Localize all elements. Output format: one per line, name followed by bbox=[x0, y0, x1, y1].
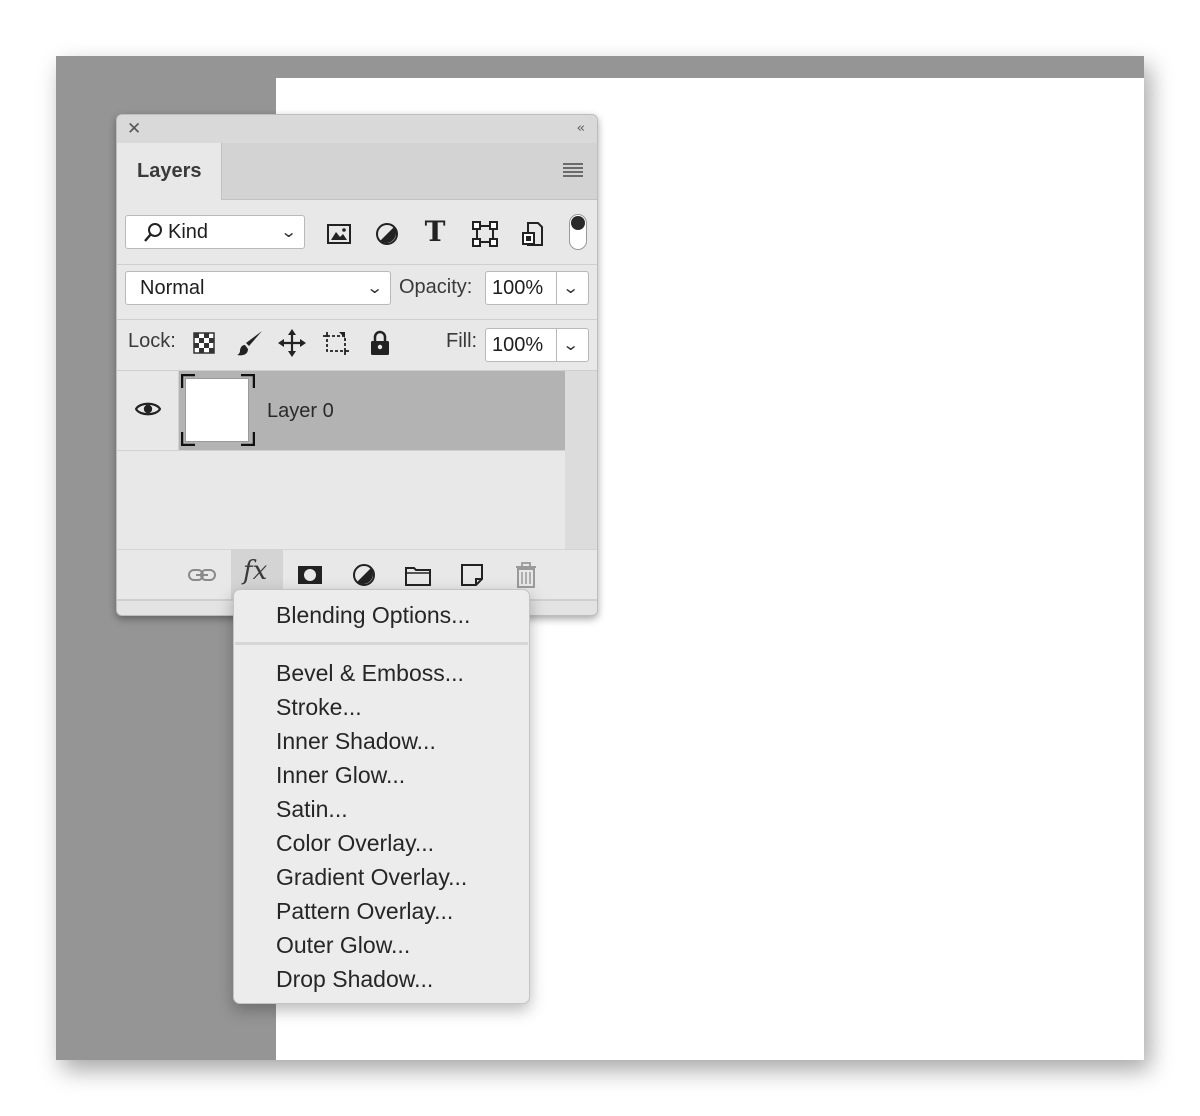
blend-row: Normal ⌄ Opacity: 100% ⌄ bbox=[117, 265, 597, 320]
mask-icon[interactable] bbox=[295, 560, 325, 590]
tab-layers[interactable]: Layers bbox=[117, 143, 222, 200]
menu-item-color-overlay[interactable]: Color Overlay... bbox=[276, 830, 434, 857]
blend-mode-label: Normal bbox=[140, 277, 205, 299]
panel-tab-row: Layers bbox=[117, 143, 597, 200]
fill-input[interactable]: 100% bbox=[485, 328, 557, 362]
move-icon[interactable] bbox=[277, 328, 307, 358]
menu-item-pattern-overlay[interactable]: Pattern Overlay... bbox=[276, 898, 453, 925]
layers-list: Layer 0 bbox=[117, 371, 597, 549]
menu-item-outer-glow[interactable]: Outer Glow... bbox=[276, 932, 410, 959]
new-layer-icon[interactable] bbox=[457, 560, 487, 590]
layers-panel: ✕ ‹‹ Layers Kind ⌄ T Normal ⌄ Opacity: 1… bbox=[116, 114, 598, 616]
chevron-down-icon: ⌄ bbox=[561, 278, 580, 297]
lock-row: Lock: Fill: 100% ⌄ bbox=[117, 320, 597, 371]
opacity-dropdown-button[interactable]: ⌄ bbox=[557, 271, 589, 305]
brush-icon[interactable] bbox=[235, 328, 265, 358]
menu-item-blending-options[interactable]: Blending Options... bbox=[276, 602, 470, 629]
shape-filter-icon[interactable] bbox=[471, 220, 499, 248]
lock-transparent-pixels-icon[interactable] bbox=[189, 328, 219, 358]
menu-item-bevel-emboss[interactable]: Bevel & Emboss... bbox=[276, 660, 464, 687]
fx-icon[interactable]: fx bbox=[243, 556, 267, 586]
scrollbar[interactable] bbox=[565, 371, 597, 549]
menu-item-drop-shadow[interactable]: Drop Shadow... bbox=[276, 966, 433, 993]
thumbnail-frame bbox=[181, 374, 255, 446]
lock-label: Lock: bbox=[128, 330, 176, 352]
menu-item-inner-glow[interactable]: Inner Glow... bbox=[276, 762, 405, 789]
blend-mode-select[interactable]: Normal ⌄ bbox=[125, 271, 391, 305]
opacity-value: 100% bbox=[492, 277, 544, 299]
smart-object-filter-icon[interactable] bbox=[519, 220, 547, 248]
opacity-label: Opacity: bbox=[399, 276, 473, 298]
fill-dropdown-button[interactable]: ⌄ bbox=[557, 328, 589, 362]
chevron-down-icon: ⌄ bbox=[561, 335, 580, 354]
trash-icon[interactable] bbox=[511, 560, 541, 590]
eye-icon bbox=[135, 402, 161, 416]
panel-menu-icon[interactable] bbox=[563, 163, 583, 177]
menu-separator bbox=[235, 642, 528, 645]
adjustment-filter-icon[interactable] bbox=[373, 220, 401, 248]
chevron-down-icon: ⌄ bbox=[279, 222, 298, 241]
menu-item-inner-shadow[interactable]: Inner Shadow... bbox=[276, 728, 436, 755]
menu-item-satin[interactable]: Satin... bbox=[276, 796, 348, 823]
link-icon[interactable] bbox=[187, 560, 217, 590]
fill-label: Fill: bbox=[446, 330, 478, 352]
artboard-lock-icon[interactable] bbox=[321, 328, 351, 358]
layer-row[interactable]: Layer 0 bbox=[117, 371, 565, 450]
filter-row: Kind ⌄ T bbox=[117, 200, 597, 265]
close-icon[interactable]: ✕ bbox=[127, 119, 141, 139]
lock-all-icon[interactable] bbox=[365, 328, 395, 358]
adjustment-icon[interactable] bbox=[349, 560, 379, 590]
kind-filter-select[interactable]: Kind ⌄ bbox=[125, 215, 305, 249]
divider bbox=[117, 450, 565, 451]
image-filter-icon[interactable] bbox=[325, 220, 353, 248]
menu-item-stroke[interactable]: Stroke... bbox=[276, 694, 362, 721]
chevron-down-icon: ⌄ bbox=[365, 278, 384, 297]
kind-filter-label: Kind bbox=[168, 221, 209, 243]
opacity-input[interactable]: 100% bbox=[485, 271, 557, 305]
fx-menu: Blending Options... Bevel & Emboss... St… bbox=[233, 589, 530, 1004]
search-icon bbox=[144, 223, 162, 242]
visibility-toggle[interactable] bbox=[117, 371, 179, 450]
folder-icon[interactable] bbox=[403, 560, 433, 590]
menu-item-gradient-overlay[interactable]: Gradient Overlay... bbox=[276, 864, 467, 891]
collapse-icon[interactable]: ‹‹ bbox=[577, 119, 586, 139]
type-filter-icon[interactable]: T bbox=[421, 216, 449, 248]
tab-layers-label: Layers bbox=[137, 160, 202, 182]
panel-titlebar: ✕ ‹‹ bbox=[117, 115, 597, 144]
fill-value: 100% bbox=[492, 334, 544, 356]
layer-name: Layer 0 bbox=[267, 400, 334, 422]
filter-toggle-switch[interactable] bbox=[569, 214, 587, 250]
